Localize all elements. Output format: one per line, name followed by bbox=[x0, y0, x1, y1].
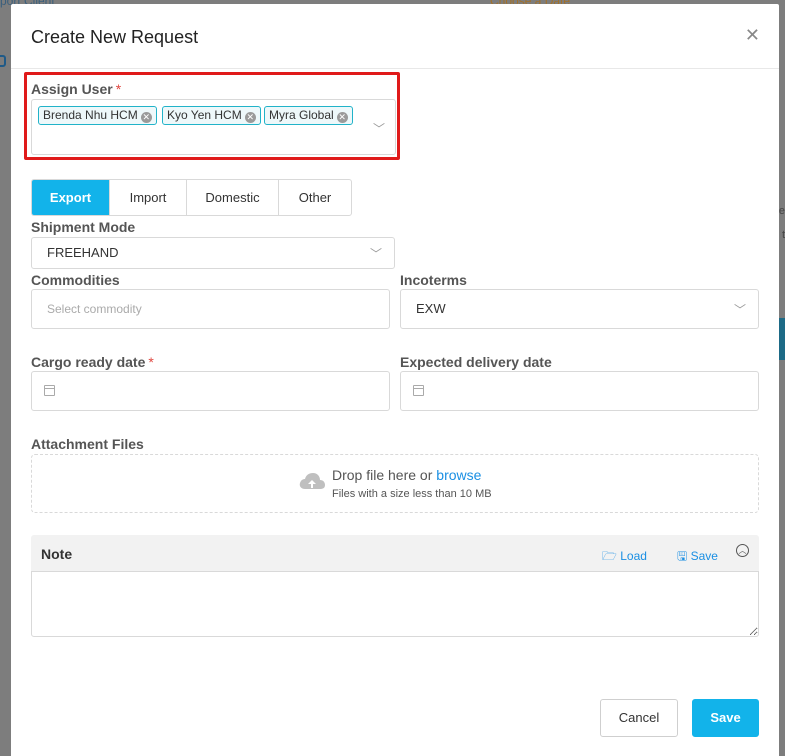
incoterms-label: Incoterms bbox=[400, 272, 467, 288]
calendar-icon bbox=[44, 385, 55, 396]
close-icon[interactable]: ✕ bbox=[745, 25, 760, 46]
save-note-button[interactable]: 🖫 Save bbox=[677, 547, 718, 568]
note-header: Note 🗁 Load 🖫 Save ︿ bbox=[31, 535, 759, 571]
cloud-upload-icon bbox=[299, 473, 325, 489]
background-icon bbox=[0, 55, 6, 67]
commodities-label: Commodities bbox=[31, 272, 120, 288]
cargo-ready-date-picker[interactable] bbox=[31, 371, 390, 411]
modal-header: Create New Request ✕ bbox=[11, 4, 779, 69]
folder-icon: 🗁 bbox=[602, 549, 617, 563]
tab-other[interactable]: Other bbox=[279, 180, 351, 215]
tab-domestic[interactable]: Domestic bbox=[187, 180, 279, 215]
background-stripe bbox=[779, 318, 785, 360]
attachment-files-label: Attachment Files bbox=[31, 436, 144, 452]
create-request-modal: Create New Request ✕ Assign User * Brenda… bbox=[11, 4, 779, 756]
expected-delivery-date-label: Expected delivery date bbox=[400, 354, 552, 370]
note-textarea[interactable] bbox=[31, 571, 759, 637]
incoterms-value: EXW bbox=[416, 301, 446, 316]
tab-export[interactable]: Export bbox=[32, 180, 110, 215]
user-tag: Myra Global ✕ bbox=[264, 106, 353, 125]
cargo-ready-date-label: Cargo ready date * bbox=[31, 354, 154, 370]
tab-import[interactable]: Import bbox=[110, 180, 187, 215]
chevron-down-icon: ﹀ bbox=[733, 303, 746, 317]
shipment-mode-value: FREEHAND bbox=[47, 245, 119, 260]
assign-user-select[interactable]: Brenda Nhu HCM ✕ Kyo Yen HCM ✕ Myra Global… bbox=[31, 99, 396, 155]
drop-text: Drop file here or browse bbox=[332, 467, 482, 483]
modal-title: Create New Request bbox=[31, 27, 199, 47]
assign-user-label: Assign User * bbox=[31, 81, 122, 97]
commodity-placeholder: Select commodity bbox=[47, 302, 142, 316]
user-tag: Brenda Nhu HCM ✕ bbox=[38, 106, 157, 125]
browse-link[interactable]: browse bbox=[436, 467, 481, 483]
expected-delivery-date-picker[interactable] bbox=[400, 371, 759, 411]
file-dropzone[interactable]: Drop file here or browse Files with a si… bbox=[31, 454, 759, 513]
file-size-hint: Files with a size less than 10 MB bbox=[332, 488, 492, 500]
load-note-button[interactable]: 🗁 Load bbox=[602, 547, 647, 568]
remove-tag-icon[interactable]: ✕ bbox=[244, 112, 256, 123]
note-title: Note bbox=[41, 546, 73, 562]
calendar-icon bbox=[413, 385, 424, 396]
incoterms-select[interactable]: EXW ﹀ bbox=[400, 289, 759, 329]
collapse-icon[interactable]: ︿ bbox=[736, 544, 749, 557]
remove-tag-icon[interactable]: ✕ bbox=[140, 112, 152, 123]
chevron-down-icon: ﹀ bbox=[369, 247, 382, 261]
remove-tag-icon[interactable]: ✕ bbox=[336, 112, 348, 123]
cancel-button[interactable]: Cancel bbox=[600, 699, 678, 737]
user-tag: Kyo Yen HCM ✕ bbox=[162, 106, 261, 125]
shipment-mode-select[interactable]: FREEHAND ﹀ bbox=[31, 237, 395, 269]
chevron-down-icon: ﹀ bbox=[373, 122, 386, 136]
save-button[interactable]: Save bbox=[692, 699, 759, 737]
save-icon: 🖫 bbox=[677, 549, 688, 563]
commodity-select[interactable]: Select commodity bbox=[31, 289, 390, 329]
shipment-mode-label: Shipment Mode bbox=[31, 219, 136, 235]
trade-type-tabs: Export Import Domestic Other bbox=[31, 179, 352, 216]
